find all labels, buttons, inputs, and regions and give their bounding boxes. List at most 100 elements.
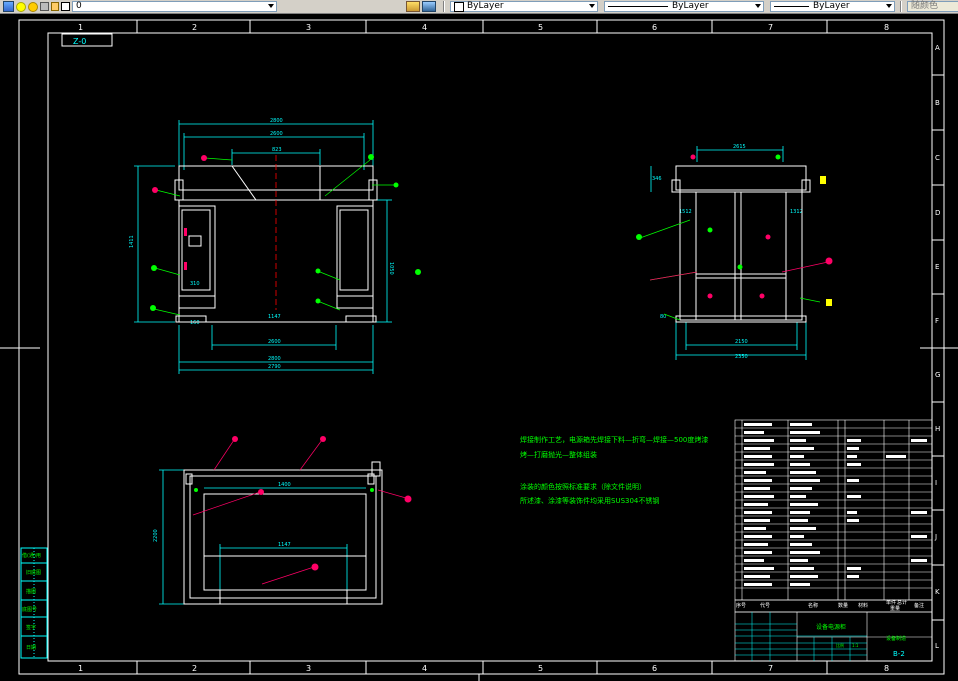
revision-label: 描图 [26,588,36,595]
dim-label: 2600 [268,339,281,345]
chevron-down-icon [268,4,274,8]
dim-label: 346 [652,176,662,182]
color-value: ByLayer [467,1,504,11]
chevron-down-icon [886,4,892,8]
plotstyle-value: 随颜色 [911,1,939,11]
dim-label: 1147 [268,314,281,320]
dim-label: 1050 [388,262,394,275]
drawing-title: 设备电源柜 [816,623,846,631]
col-header: 名称 [808,602,818,609]
row-letter: G [935,371,940,379]
company-name: 设备制造 [886,635,906,642]
column-number: 7 [768,23,773,32]
title-block: 设备电源柜 设备制造 B-2 比例 1:1 [734,599,933,662]
chevron-down-icon [755,4,761,8]
lock-icon[interactable] [51,2,59,11]
dim-label: 2800 [270,118,283,124]
col-header: 备注 [914,602,924,609]
dim-label: 2615 [733,144,746,150]
chevron-down-icon [589,4,595,8]
row-letter: L [935,642,939,650]
revision-label: 借(通)用 [22,552,41,559]
scale-label: 比例 [836,642,844,648]
layer-previous-icon[interactable] [422,1,436,12]
drawing-canvas[interactable]: 1 2 3 4 5 6 7 8 1 2 3 4 5 6 7 8 A B C D … [0,14,958,681]
plan-view: 1400 1147 2200 [153,436,412,605]
column-numbers-top: 1 2 3 4 5 6 7 8 [78,23,889,32]
column-number: 7 [768,664,773,673]
make-current-layer-icon[interactable] [406,1,420,12]
linetype-control: ByLayer [601,0,767,13]
viewport-icon[interactable] [40,2,49,11]
column-number: 2 [192,23,197,32]
parts-list-fills [744,423,927,586]
row-letter: C [935,154,940,162]
row-letter: F [935,317,939,325]
dim-label: 2350 [735,354,748,360]
properties-toolbar: 0 ByLayer ByLayer ByLayer 随颜色 [0,0,958,14]
lineweight-value: ByLayer [813,1,850,11]
column-number: 4 [422,664,427,673]
toolbar-separator [443,1,445,12]
dim-label: 160 [190,320,200,326]
parts-list-headers: 序号 代号 名称 数量 材料 单件 总计 重量 备注 [736,599,924,612]
dim-label: 823 [272,147,282,153]
column-number: 6 [652,23,657,32]
column-number: 6 [652,664,657,673]
dim-label: 310 [190,281,200,287]
row-letter: I [935,479,937,487]
dim-label: 1411 [129,235,135,248]
col-header: 材料 [858,602,868,609]
note-line: 所述漆、涂漆等装饰件均采用SUS304不锈钢 [520,496,659,505]
color-dropdown[interactable]: ByLayer [450,1,598,12]
note-line: 涂装的颜色按照标准要求（除文件说明） [520,482,646,491]
sheet-inner-border [47,32,933,662]
toolbar-separator [900,1,902,12]
col-header: 序号 [736,602,746,609]
col-header: 数量 [838,602,848,609]
zone-label-box [61,33,113,47]
lineweight-dropdown[interactable]: ByLayer [770,1,895,12]
linetype-dropdown[interactable]: ByLayer [604,1,764,12]
dim-label: 1312 [790,209,803,215]
column-number: 5 [538,664,543,673]
column-number: 1 [78,23,83,32]
lineweight-control: ByLayer [767,0,898,13]
dim-label: 1147 [278,542,291,548]
revision-label: 底图号 [22,606,37,613]
row-letter: H [935,425,940,433]
column-number: 3 [306,664,311,673]
scale-value: 1:1 [852,643,859,648]
dim-label: 2150 [735,339,748,345]
technical-notes: 焊接制作工艺，电源箱先焊接下料—折弯—焊接—500度烤漆 烤—打磨抛光—整体组装… [520,435,708,505]
dim-label: 1512 [679,209,692,215]
plotstyle-control: 随颜色 [904,0,958,13]
revision-label: 签字 [26,624,36,631]
row-letter: J [934,533,937,541]
layer-value: 0 [76,1,82,11]
row-letter: E [935,263,939,271]
front-view: 2800 2600 823 1411 1050 2600 2800 2790 1… [129,118,421,374]
layer-dropdown[interactable]: 0 [72,1,277,12]
dim-label: 1400 [278,482,291,488]
color-swatch-icon [454,1,464,12]
row-letters: A B C D E F G H I J K L [934,44,940,650]
plotstyle-dropdown[interactable]: 随颜色 [907,1,958,12]
zone-label: Z-0 [73,37,86,46]
row-letter: K [935,588,940,596]
col-header: 代号 [760,602,770,609]
note-line: 焊接制作工艺，电源箱先焊接下料—折弯—焊接—500度烤漆 [520,435,708,444]
column-number: 2 [192,664,197,673]
color-swatch-icon[interactable] [61,2,70,11]
dim-label: 2790 [268,364,281,370]
sun-icon[interactable] [28,1,38,12]
row-letter: A [935,44,940,52]
zone-dividers [136,20,944,674]
revision-column: 借(通)用 旧底图 描图 底图号 签字 日期 [20,547,48,659]
lightbulb-icon[interactable] [16,1,26,12]
column-numbers-bottom: 1 2 3 4 5 6 7 8 [78,664,889,673]
column-number: 8 [884,664,889,673]
layers-icon[interactable] [3,1,14,12]
side-view: 2615 346 1512 1312 2150 2350 80 [636,144,833,360]
drawing-number: B-2 [893,650,905,658]
